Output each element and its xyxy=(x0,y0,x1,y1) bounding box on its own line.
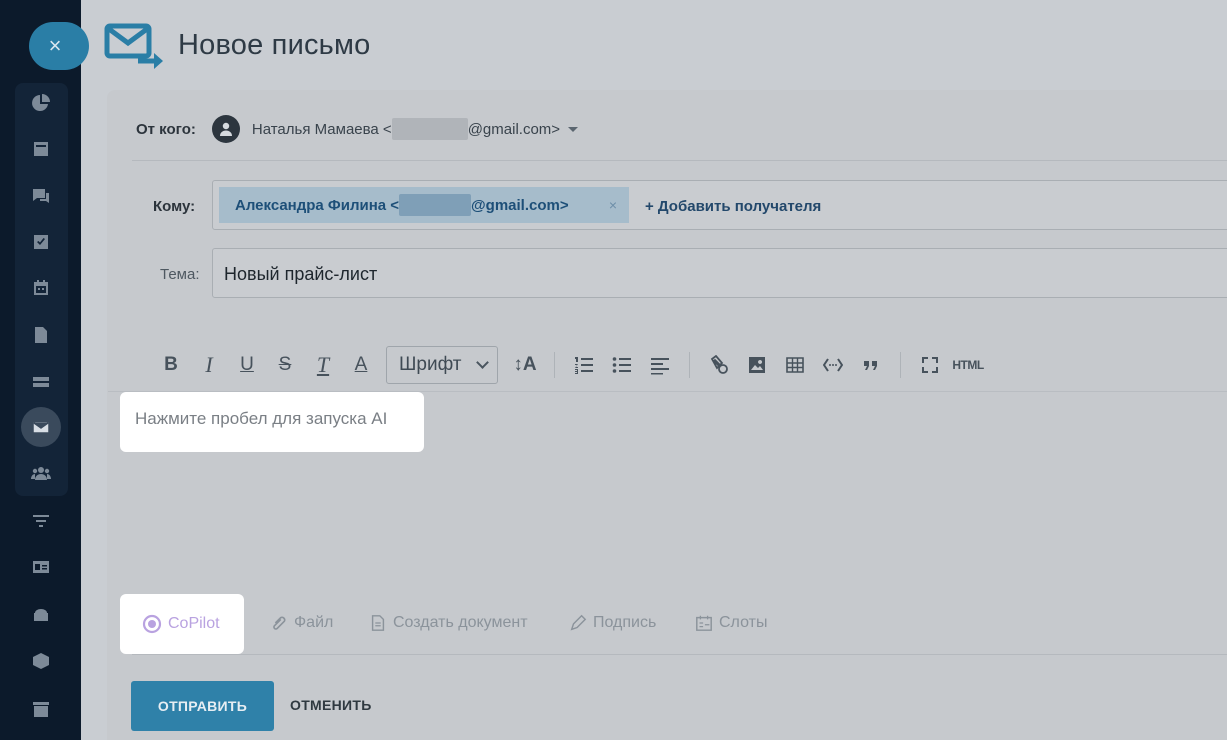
add-recipient-link[interactable]: + Добавить получателя xyxy=(645,198,821,215)
bold-button[interactable]: B xyxy=(152,346,190,384)
calendar-icon[interactable] xyxy=(26,273,56,303)
group-icon[interactable] xyxy=(26,458,56,488)
numbered-list-icon[interactable] xyxy=(565,346,603,384)
cancel-button[interactable]: ОТМЕНИТЬ xyxy=(290,697,372,713)
signature-label: Подпись xyxy=(593,614,657,631)
align-left-icon[interactable] xyxy=(641,346,679,384)
document-icon[interactable] xyxy=(26,320,56,350)
news-icon[interactable] xyxy=(26,134,56,164)
page-header: Новое письмо xyxy=(104,20,370,70)
divider xyxy=(132,654,1227,655)
attach-file-button[interactable]: Файл xyxy=(270,606,333,640)
left-rail xyxy=(0,0,81,740)
strikethrough-button[interactable]: S xyxy=(266,346,304,384)
from-email-domain: @gmail.com> xyxy=(467,120,561,138)
table-icon[interactable] xyxy=(776,346,814,384)
clear-format-button[interactable]: T xyxy=(304,346,342,384)
filter-icon[interactable] xyxy=(26,506,56,536)
attach-file-label: Файл xyxy=(294,614,334,631)
recipient-email-domain: @gmail.com> xyxy=(471,196,569,214)
task-icon[interactable] xyxy=(26,227,56,257)
signature-button[interactable]: Подпись xyxy=(569,606,656,640)
redacted-email xyxy=(399,194,472,216)
mail-icon[interactable] xyxy=(21,407,61,447)
document-icon xyxy=(371,615,385,631)
send-button[interactable]: ОТПРАВИТЬ xyxy=(131,681,274,731)
user-icon xyxy=(219,122,232,136)
to-label: Кому: xyxy=(153,198,196,215)
image-icon[interactable] xyxy=(738,346,776,384)
text-color-button[interactable]: A xyxy=(342,346,380,384)
font-size-button[interactable]: ↕A xyxy=(506,346,544,384)
robot-icon[interactable] xyxy=(26,599,56,629)
redacted-email xyxy=(391,118,468,140)
create-document-button[interactable]: Создать документ xyxy=(369,606,528,640)
fullscreen-icon[interactable] xyxy=(911,346,949,384)
divider xyxy=(132,160,1227,161)
italic-button[interactable]: I xyxy=(190,346,228,384)
from-name: Наталья Мамаева < xyxy=(251,120,392,138)
store-icon[interactable] xyxy=(26,694,56,724)
mail-send-icon xyxy=(104,23,163,69)
recipient-chip[interactable]: Александра Филина < @gmail.com> × xyxy=(219,187,629,223)
from-label: От кого: xyxy=(136,120,196,138)
link-icon[interactable] xyxy=(700,346,738,384)
create-document-label: Создать документ xyxy=(393,614,528,631)
chat-icon[interactable] xyxy=(26,181,56,211)
subject-input[interactable]: Новый прайс-лист xyxy=(212,248,1227,298)
code-icon[interactable] xyxy=(814,346,852,384)
page-title: Новое письмо xyxy=(178,28,371,61)
drive-icon[interactable] xyxy=(26,366,56,396)
from-row: От кого: Наталья Мамаева < @gmail.com> xyxy=(136,114,579,144)
toolbar-separator xyxy=(689,352,690,378)
bullet-list-icon[interactable] xyxy=(603,346,641,384)
calendar-slots-icon xyxy=(696,615,712,631)
underline-button[interactable]: U xyxy=(228,346,266,384)
close-button[interactable]: × xyxy=(29,22,89,70)
box-icon[interactable] xyxy=(26,646,56,676)
pie-chart-icon[interactable] xyxy=(26,88,56,118)
font-select-value: Шрифт xyxy=(399,354,462,375)
chevron-down-icon xyxy=(476,356,489,369)
chevron-down-icon[interactable] xyxy=(568,126,579,132)
ai-hint-placeholder[interactable]: Нажмите пробел для запуска AI xyxy=(120,392,424,452)
paperclip-icon xyxy=(273,616,286,630)
slots-label: Слоты xyxy=(719,614,768,631)
copilot-button[interactable]: CoPilot xyxy=(120,594,244,654)
editor-toolbar: B I U S T A Шрифт ↕A HTML xyxy=(152,346,987,384)
font-select[interactable]: Шрифт xyxy=(386,346,498,384)
avatar xyxy=(211,115,240,143)
remove-recipient-icon[interactable]: × xyxy=(609,197,617,213)
toolbar-separator xyxy=(900,352,901,378)
toolbar-separator xyxy=(554,352,555,378)
copilot-label: CoPilot xyxy=(168,615,220,632)
copilot-icon xyxy=(142,614,162,634)
slots-button[interactable]: Слоты xyxy=(695,606,767,640)
pen-icon xyxy=(570,614,587,631)
subject-label: Тема: xyxy=(160,266,200,283)
quote-icon[interactable] xyxy=(852,346,890,384)
recipient-name: Александра Филина < xyxy=(235,196,400,214)
html-mode-button[interactable]: HTML xyxy=(949,346,987,384)
contact-card-icon[interactable] xyxy=(26,552,56,582)
